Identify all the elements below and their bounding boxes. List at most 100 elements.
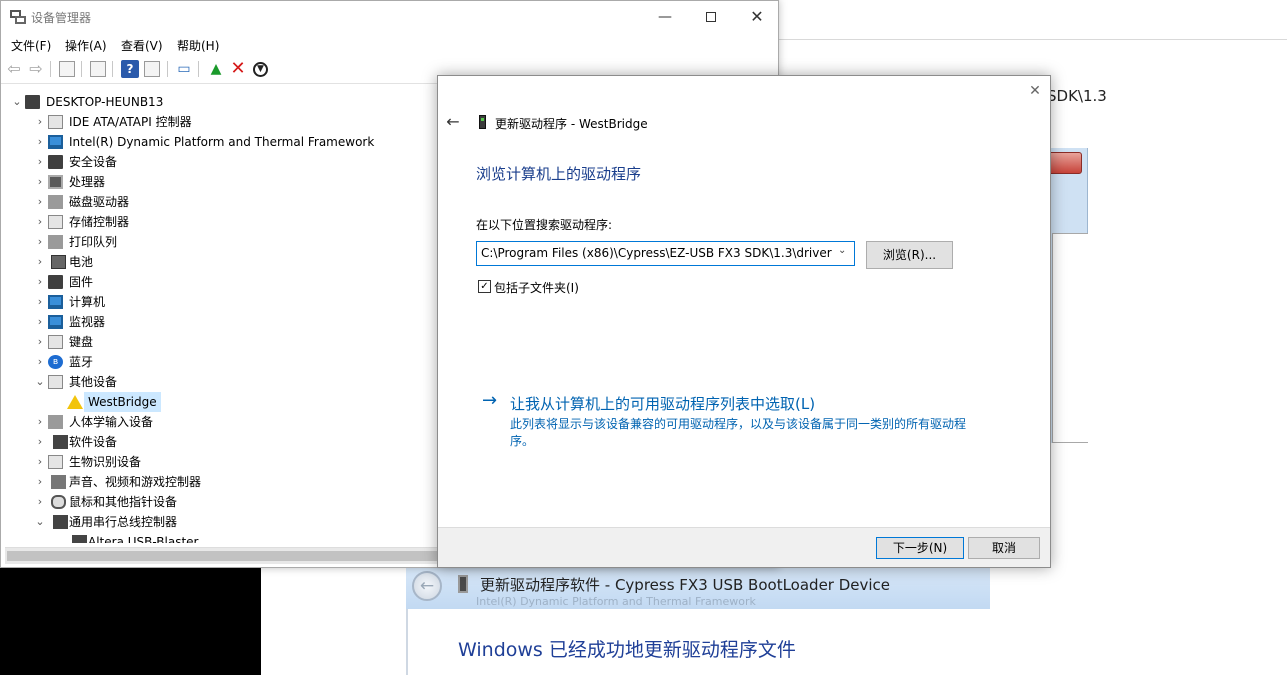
expand-chevron-icon[interactable]: › [34, 432, 46, 452]
close-button[interactable]: ✕ [734, 1, 780, 33]
expand-chevron-icon[interactable]: › [34, 172, 46, 192]
forward-icon[interactable]: ⇨ [27, 60, 45, 78]
warning-device-icon [67, 395, 83, 409]
expand-chevron-icon[interactable]: › [34, 232, 46, 252]
chevron-down-icon[interactable]: ⌄ [838, 245, 846, 256]
toolbar-separator [167, 61, 168, 77]
black-desktop-region [0, 568, 261, 675]
expand-chevron-icon[interactable]: › [34, 492, 46, 512]
ide-controller-icon [48, 115, 63, 129]
biometric-icon [48, 455, 63, 469]
search-location-label: 在以下位置搜索驱动程序: [476, 218, 613, 232]
expand-chevron-icon[interactable]: › [34, 292, 46, 312]
background-path-text: SDK\1.3 [1047, 87, 1107, 105]
pick-driver-list-link[interactable]: 让我从计算机上的可用驱动程序列表中选取(L) [510, 393, 815, 414]
firmware-icon [48, 275, 63, 289]
usb-device-icon [72, 535, 87, 543]
expand-chevron-icon[interactable]: › [34, 352, 46, 372]
cancel-button[interactable]: 取消 [968, 537, 1040, 559]
menu-help[interactable]: 帮助(H) [177, 37, 219, 54]
other-devices-icon [48, 375, 63, 389]
update-driver-icon[interactable]: ▲ [207, 60, 225, 78]
expand-chevron-icon[interactable]: › [34, 332, 46, 352]
expand-chevron-icon[interactable]: › [34, 192, 46, 212]
menu-view[interactable]: 查看(V) [121, 37, 163, 54]
driver-path-value[interactable]: C:\Program Files (x86)\Cypress\EZ-USB FX… [481, 246, 832, 260]
uninstall-icon[interactable]: ✕ [229, 60, 247, 78]
tree-item-label: 鼠标和其他指针设备 [69, 495, 178, 509]
tree-item-label: WestBridge [84, 392, 161, 412]
dialog-close-icon[interactable]: ✕ [1028, 82, 1042, 100]
menu-file[interactable]: 文件(F) [11, 37, 51, 54]
tree-item-label: 监视器 [69, 315, 106, 329]
next-button[interactable]: 下一步(N) [876, 537, 964, 559]
disk-drive-icon [48, 195, 63, 209]
expand-chevron-icon[interactable]: › [34, 272, 46, 292]
toolbar-separator [198, 61, 199, 77]
expand-chevron-icon[interactable]: › [34, 472, 46, 492]
expand-chevron-icon[interactable]: › [34, 152, 46, 172]
expand-chevron-icon[interactable]: › [34, 412, 46, 432]
toolbar-separator [112, 61, 113, 77]
expand-chevron-icon[interactable]: › [34, 252, 46, 272]
expand-chevron-icon[interactable]: › [34, 452, 46, 472]
background-window-titlebar [778, 0, 1287, 40]
tree-item-label: 蓝牙 [69, 355, 94, 369]
computer-icon [48, 295, 63, 309]
list-view-icon[interactable] [90, 61, 106, 77]
properties-icon[interactable] [59, 61, 75, 77]
tree-item-label: 其他设备 [69, 375, 118, 389]
tree-root-label: DESKTOP-HEUNB13 [46, 95, 164, 109]
scrollbar-thumb[interactable] [7, 551, 437, 561]
link-arrow-icon[interactable]: → [482, 390, 497, 411]
tree-item-label: 人体学输入设备 [69, 415, 154, 429]
hid-icon [48, 415, 63, 429]
device-tree: ⌄ DESKTOP-HEUNB13 › IDE ATA/ATAPI 控制器 › Int… [1, 83, 439, 543]
details-icon[interactable] [144, 61, 160, 77]
usb-device-icon [458, 575, 468, 593]
tree-item-label: 电池 [69, 255, 94, 269]
maximize-button[interactable] [688, 1, 734, 33]
expand-chevron-icon[interactable]: › [34, 112, 46, 132]
tree-item-label: 磁盘驱动器 [69, 195, 130, 209]
tree-item-label: 处理器 [69, 175, 106, 189]
expand-chevron-icon[interactable]: › [34, 132, 46, 152]
tree-item-label: 键盘 [69, 335, 94, 349]
back-icon[interactable]: ⇦ [5, 60, 23, 78]
security-device-icon [48, 155, 63, 169]
minimize-button[interactable]: — [642, 1, 688, 33]
background-close-icon[interactable] [1048, 152, 1082, 174]
dialog-footer: 下一步(N) 取消 [438, 527, 1050, 567]
driver-path-combobox[interactable]: C:\Program Files (x86)\Cypress\EZ-USB FX… [476, 241, 855, 266]
browse-button[interactable]: 浏览(R)... [866, 241, 953, 269]
tree-item-label: 计算机 [69, 295, 106, 309]
win7-dialog-title: 更新驱动程序软件 - Cypress FX3 USB BootLoader De… [480, 576, 891, 594]
scan-hardware-icon[interactable]: ▭ [175, 60, 193, 78]
back-arrow-icon[interactable]: ← [412, 571, 442, 601]
help-icon[interactable]: ? [121, 60, 139, 78]
menu-action[interactable]: 操作(A) [65, 37, 107, 54]
tree-item-label: Altera USB-Blaster [88, 535, 199, 543]
collapse-chevron-icon[interactable]: ⌄ [11, 92, 23, 112]
collapse-chevron-icon[interactable]: ⌄ [34, 372, 46, 392]
include-subfolders-label[interactable]: 包括子文件夹(I) [494, 279, 579, 296]
dialog-back-icon[interactable]: ← [444, 112, 462, 132]
horizontal-scrollbar[interactable] [5, 547, 439, 564]
expand-chevron-icon[interactable]: › [34, 212, 46, 232]
collapse-chevron-icon[interactable]: ⌄ [34, 512, 46, 532]
tree-item-label: 通用串行总线控制器 [69, 515, 178, 529]
usb-controller-icon [53, 515, 68, 529]
include-subfolders-checkbox[interactable]: ✓ [478, 280, 491, 293]
toolbar-separator [50, 61, 51, 77]
tree-item-label: 声音、视频和游戏控制器 [69, 475, 202, 489]
tree-item-label: 打印队列 [69, 235, 118, 249]
expand-chevron-icon[interactable]: › [34, 312, 46, 332]
printer-icon [48, 235, 63, 249]
computer-icon [25, 95, 40, 109]
device-icon [479, 115, 486, 129]
device-manager-titlebar[interactable]: 设备管理器 — ✕ [1, 1, 778, 33]
win7-ghost-text: Intel(R) Dynamic Platform and Thermal Fr… [476, 595, 756, 608]
bluetooth-icon: ʙ [48, 355, 63, 369]
background-dialog-panel [1052, 233, 1088, 443]
disable-icon[interactable]: ▼ [253, 62, 268, 77]
